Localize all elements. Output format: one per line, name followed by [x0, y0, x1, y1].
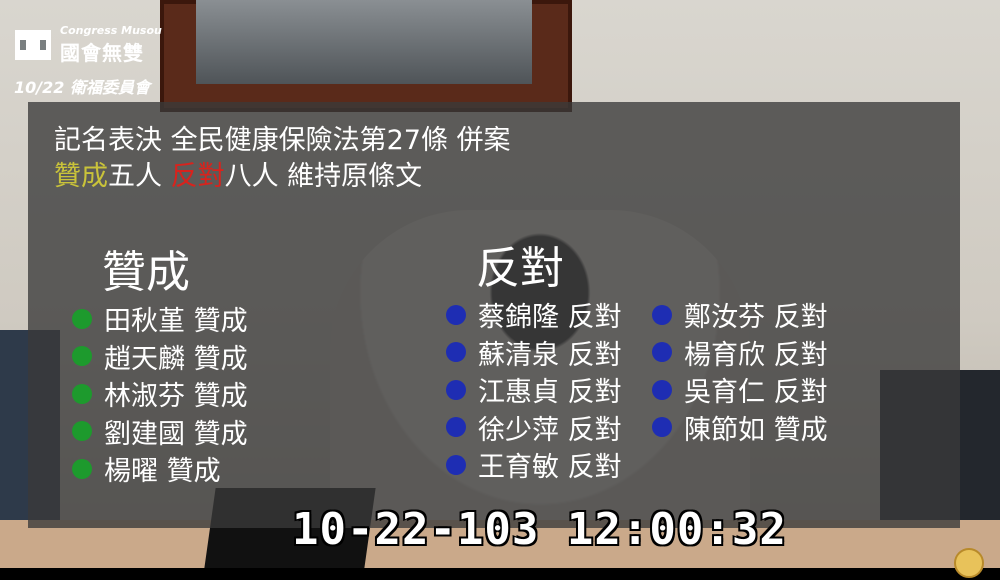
blue-dot-icon [652, 304, 672, 325]
corner-badge-icon [954, 548, 984, 578]
vote-entry: 趙天麟 贊成 [104, 343, 248, 375]
blue-dot-icon [652, 379, 672, 400]
vote-entry: 田秋堇 贊成 [104, 306, 248, 338]
green-dot-icon [72, 308, 92, 329]
bottom-bar [0, 568, 1000, 580]
list-item: 江惠貞 反對 [446, 371, 622, 409]
result-yes-word: 贊成 [54, 161, 108, 192]
list-item: 蔡錦隆 反對 [446, 296, 622, 334]
green-dot-icon [72, 346, 92, 367]
vote-entry: 楊曜 贊成 [104, 456, 221, 488]
no-vote-list-column-2: 鄭汝芬 反對 楊育欣 反對 吳育仁 反對 陳節如 贊成 [652, 296, 828, 446]
yes-heading: 贊成 [102, 247, 190, 298]
blue-dot-icon [446, 304, 466, 325]
vote-entry: 蔡錦隆 反對 [478, 302, 622, 334]
list-item: 王育敏 反對 [446, 446, 622, 484]
video-timestamp: 10-22-103 12:00:32 [292, 504, 787, 555]
vote-entry: 蘇清泉 反對 [478, 339, 622, 371]
result-no-count: 八人 維持原條文 [224, 161, 423, 192]
vote-entry: 王育敏 反對 [478, 452, 622, 484]
list-item: 劉建國 贊成 [72, 413, 248, 451]
vote-entry: 劉建國 贊成 [104, 418, 248, 450]
blue-dot-icon [446, 379, 466, 400]
list-item: 楊育欣 反對 [652, 334, 828, 372]
blue-dot-icon [652, 342, 672, 363]
vote-entry: 陳節如 贊成 [684, 414, 828, 446]
green-dot-icon [72, 458, 92, 479]
vote-entry: 吳育仁 反對 [684, 377, 828, 409]
logo-chinese-text: 國會無雙 [60, 41, 144, 65]
blue-dot-icon [652, 417, 672, 438]
green-dot-icon [72, 421, 92, 442]
list-item: 鄭汝芬 反對 [652, 296, 828, 334]
no-heading: 反對 [476, 243, 564, 294]
list-item: 吳育仁 反對 [652, 371, 828, 409]
congress-musou-icon [15, 30, 51, 60]
yes-vote-list: 田秋堇 贊成 趙天麟 贊成 林淑芬 贊成 劉建國 贊成 楊曜 贊成 [72, 300, 248, 488]
vote-result: 贊成五人 反對八人 維持原條文 [54, 154, 422, 193]
list-item: 田秋堇 贊成 [72, 300, 248, 338]
blue-dot-icon [446, 417, 466, 438]
list-item: 趙天麟 贊成 [72, 338, 248, 376]
vote-entry: 江惠貞 反對 [478, 377, 622, 409]
vote-entry: 林淑芬 贊成 [104, 381, 248, 413]
green-dot-icon [72, 383, 92, 404]
meeting-label: 10/22 衛福委員會 [14, 78, 150, 97]
list-item: 蘇清泉 反對 [446, 334, 622, 372]
blue-dot-icon [446, 342, 466, 363]
no-vote-list-column-1: 蔡錦隆 反對 蘇清泉 反對 江惠貞 反對 徐少萍 反對 王育敏 反對 [446, 296, 622, 484]
channel-logo: Congress Musou 國會無雙 [14, 24, 162, 66]
list-item: 林淑芬 贊成 [72, 375, 248, 413]
result-yes-count: 五人 [108, 161, 171, 192]
list-item: 陳節如 贊成 [652, 409, 828, 447]
list-item: 徐少萍 反對 [446, 409, 622, 447]
vote-entry: 楊育欣 反對 [684, 339, 828, 371]
vote-entry: 徐少萍 反對 [478, 414, 622, 446]
logo-english-text: Congress Musou [60, 24, 162, 37]
vote-entry: 鄭汝芬 反對 [684, 302, 828, 334]
list-item: 楊曜 贊成 [72, 450, 248, 488]
result-no-word: 反對 [170, 161, 225, 192]
vote-title: 記名表決 全民健康保險法第27條 併案 [54, 125, 511, 156]
portrait-image [196, 0, 532, 84]
blue-dot-icon [446, 454, 466, 475]
